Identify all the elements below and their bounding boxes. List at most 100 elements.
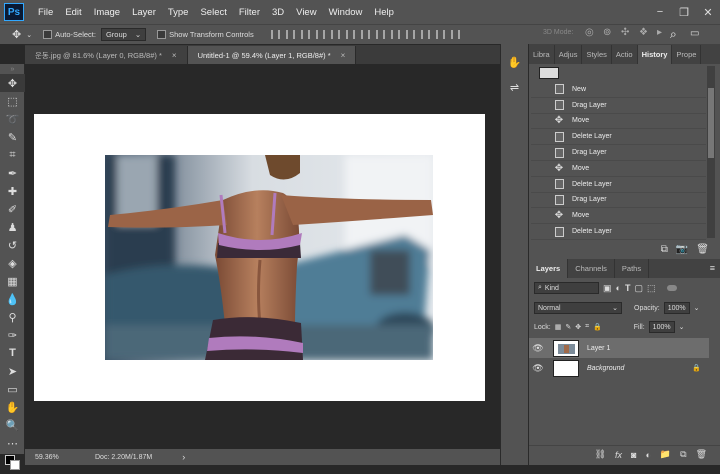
tab-document-2[interactable]: Untitled-1 @ 59.4% (Layer 1, RGB/8#) * × xyxy=(187,46,357,64)
close-icon[interactable]: ✕ xyxy=(696,0,720,24)
kind-filter-dropdown[interactable]: ⌕ Kind xyxy=(534,282,599,294)
show-transform-checkbox[interactable]: Show Transform Controls xyxy=(157,30,254,39)
layer-1-photo[interactable] xyxy=(105,155,433,360)
distribute-top-icon[interactable] xyxy=(360,30,370,39)
history-brush-source[interactable] xyxy=(535,227,545,237)
history-brush-source[interactable] xyxy=(535,100,545,110)
chevron-down-icon[interactable]: ⌄ xyxy=(26,31,32,39)
brush-tool-icon[interactable]: ✐ xyxy=(0,200,25,218)
marquee-tool-icon[interactable]: ⬚ xyxy=(0,92,25,110)
add-mask-icon[interactable]: ◙ xyxy=(631,450,636,460)
history-item[interactable]: Drag Layer xyxy=(531,98,706,114)
path-select-tool-icon[interactable]: ➤ xyxy=(0,362,25,380)
history-brush-source[interactable] xyxy=(535,179,545,189)
trash-icon[interactable]: 🗑 xyxy=(696,244,709,255)
layer-style-icon[interactable]: fx xyxy=(615,450,622,460)
filter-pixel-icon[interactable]: ▣ xyxy=(603,283,612,294)
menu-filter[interactable]: Filter xyxy=(233,7,266,18)
history-brush-source[interactable] xyxy=(535,148,545,158)
history-brush-source[interactable] xyxy=(535,116,545,126)
3d-drag-icon[interactable]: ✣ xyxy=(621,27,629,38)
menu-help[interactable]: Help xyxy=(368,7,400,18)
3d-roll-icon[interactable]: ⊚ xyxy=(603,27,611,38)
new-group-icon[interactable]: 📁 xyxy=(660,449,671,460)
menu-view[interactable]: View xyxy=(290,7,322,18)
fill-field[interactable]: 100% xyxy=(648,321,675,333)
document-canvas[interactable] xyxy=(34,114,485,401)
3d-scale-icon[interactable]: ▸ xyxy=(657,27,662,38)
crop-tool-icon[interactable]: ⌗ xyxy=(0,146,25,164)
auto-align-icon[interactable] xyxy=(450,30,460,39)
menu-layer[interactable]: Layer xyxy=(126,7,162,18)
status-menu-arrow-icon[interactable]: › xyxy=(182,452,185,462)
history-item[interactable]: Drag Layer xyxy=(531,193,706,209)
menu-type[interactable]: Type xyxy=(162,7,195,18)
3d-slide-icon[interactable]: ❖ xyxy=(639,27,648,38)
history-brush-source[interactable] xyxy=(535,195,545,205)
rectangle-tool-icon[interactable]: ▭ xyxy=(0,380,25,398)
link-layers-icon[interactable]: ⛓ xyxy=(595,449,606,460)
distribute-center-icon[interactable] xyxy=(420,30,430,39)
adjust-panel-icon[interactable]: ⇌ xyxy=(501,81,528,94)
tab-styles[interactable]: Styles xyxy=(582,45,612,64)
distribute-right-icon[interactable] xyxy=(435,30,445,39)
quick-select-tool-icon[interactable]: ✎ xyxy=(0,128,25,146)
align-left-icon[interactable] xyxy=(315,30,325,39)
pen-tool-icon[interactable]: ✑ xyxy=(0,326,25,344)
move-tool-icon[interactable]: ✥ xyxy=(0,74,25,92)
layer-row-background[interactable]: 👁 Background 🔒 xyxy=(529,358,709,378)
lock-image-icon[interactable]: ✎ xyxy=(565,323,571,331)
new-layer-icon[interactable]: ⧉ xyxy=(680,449,686,460)
fill-dropdown-icon[interactable]: ⌄ xyxy=(679,323,685,331)
blend-mode-dropdown[interactable]: Normal ⌄ xyxy=(534,302,622,314)
minimize-icon[interactable]: − xyxy=(648,0,672,24)
eraser-tool-icon[interactable]: ◈ xyxy=(0,254,25,272)
tab-channels[interactable]: Channels xyxy=(568,259,615,278)
visibility-eye-icon[interactable]: 👁 xyxy=(529,363,547,374)
blur-tool-icon[interactable]: 💧 xyxy=(0,290,25,308)
zoom-level[interactable]: 59.36% xyxy=(35,454,75,461)
history-brush-source[interactable] xyxy=(535,132,545,142)
history-item[interactable]: ✥ Move xyxy=(531,208,706,225)
align-top-icon[interactable] xyxy=(270,30,280,39)
tab-layers[interactable]: Layers xyxy=(529,259,569,278)
tab-paths[interactable]: Paths xyxy=(615,259,650,278)
history-scrollbar[interactable] xyxy=(707,66,715,238)
distribute-left-icon[interactable] xyxy=(405,30,415,39)
filter-shape-icon[interactable]: ▢ xyxy=(634,283,643,294)
menu-image[interactable]: Image xyxy=(88,7,126,18)
lasso-tool-icon[interactable]: ➰ xyxy=(0,110,25,128)
opacity-field[interactable]: 100% xyxy=(663,302,690,314)
history-item[interactable]: ✥ Move xyxy=(531,114,706,130)
history-brush-source[interactable] xyxy=(535,211,545,221)
history-item[interactable]: Delete Layer xyxy=(531,129,706,146)
tab-actio[interactable]: Actio xyxy=(612,45,638,64)
align-bottom-icon[interactable] xyxy=(300,30,310,39)
align-middle-icon[interactable] xyxy=(285,30,295,39)
new-document-from-state-icon[interactable]: ⧉ xyxy=(661,244,668,255)
tab-document-1[interactable]: 운동.jpg @ 81.6% (Layer 0, RGB/8#) * × xyxy=(25,46,188,64)
lock-transparent-icon[interactable]: ▦ xyxy=(555,323,562,331)
lock-all-icon[interactable]: 🔒 xyxy=(593,323,602,331)
adjustment-layer-icon[interactable]: ◐ xyxy=(645,450,650,460)
lock-position-icon[interactable]: ✥ xyxy=(575,323,581,331)
menu-file[interactable]: File xyxy=(32,7,59,18)
workspace-icon[interactable]: ▭ xyxy=(690,28,699,39)
color-swatches[interactable] xyxy=(0,452,24,474)
close-tab-icon[interactable]: × xyxy=(172,51,177,60)
tab-adjus[interactable]: Adjus xyxy=(555,45,583,64)
more-tools-icon[interactable]: ⋯ xyxy=(0,434,25,452)
align-center-icon[interactable] xyxy=(330,30,340,39)
dodge-tool-icon[interactable]: ⚲ xyxy=(0,308,25,326)
filter-adjust-icon[interactable]: ◐ xyxy=(616,283,621,293)
tab-libra[interactable]: Libra xyxy=(529,45,555,64)
move-tool-icon[interactable]: ✥ xyxy=(12,28,21,41)
clone-stamp-tool-icon[interactable]: ♟ xyxy=(0,218,25,236)
close-tab-icon[interactable]: × xyxy=(341,51,346,60)
panel-menu-icon[interactable]: ≡ xyxy=(710,263,715,273)
filter-type-icon[interactable]: T xyxy=(625,283,631,293)
menu-3d[interactable]: 3D xyxy=(266,7,290,18)
type-tool-icon[interactable]: T xyxy=(0,344,25,362)
auto-select-checkbox[interactable]: Auto-Select: xyxy=(43,30,96,39)
history-item[interactable]: ✥ Move xyxy=(531,161,706,177)
